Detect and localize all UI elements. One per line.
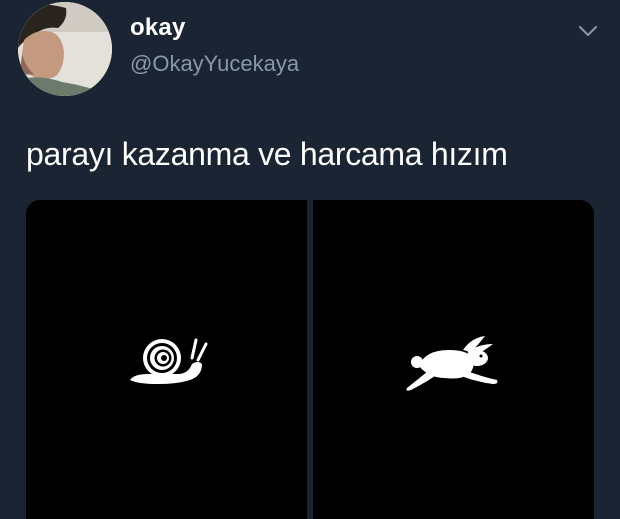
tweet-text: parayı kazanma ve harcama hızım [26, 136, 508, 172]
display-name[interactable]: okay [130, 14, 186, 42]
media-image-left[interactable] [26, 200, 307, 519]
snail-icon [130, 338, 208, 384]
chevron-down-icon[interactable] [578, 24, 598, 38]
media-grid [26, 200, 594, 519]
tweet-card: okay @OkayYucekaya parayı kazanma ve har… [0, 0, 620, 519]
media-image-right[interactable] [313, 200, 594, 519]
avatar-image [18, 2, 112, 96]
rabbit-icon [406, 336, 498, 391]
user-handle[interactable]: @OkayYucekaya [130, 51, 299, 77]
avatar[interactable] [18, 2, 112, 96]
